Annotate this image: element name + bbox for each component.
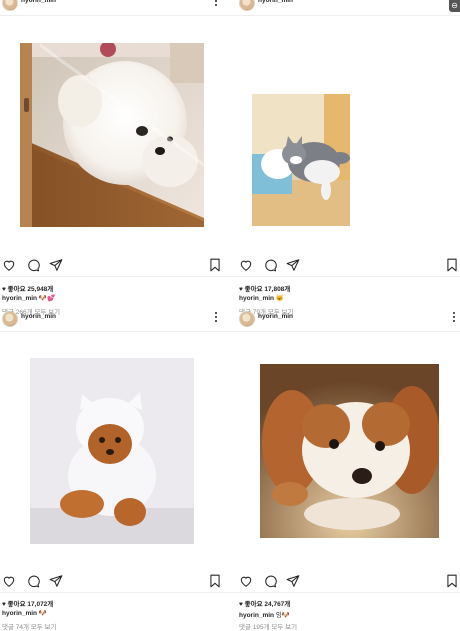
caption-username[interactable]: hyorin_min (2, 295, 37, 302)
caption-text: 🐶💕 (38, 295, 56, 302)
poodle-photo (30, 358, 194, 544)
post-photo[interactable] (252, 94, 350, 226)
likes-text: 좋아요 17,072개 (7, 601, 54, 608)
puppy-photo (20, 43, 204, 227)
bookmark-icon[interactable] (445, 574, 459, 588)
comment-icon[interactable] (263, 574, 277, 588)
post-username[interactable]: hyorin_min (21, 313, 56, 320)
caption-username[interactable]: hyorin_min (2, 610, 37, 617)
caption-username[interactable]: hyorin_min (239, 612, 274, 619)
divider (0, 592, 460, 593)
post-actions (0, 258, 230, 274)
bookmark-icon[interactable] (445, 258, 459, 272)
post-header: hyorin_min (0, 0, 230, 14)
post-username[interactable]: hyorin_min (21, 0, 56, 4)
more-icon[interactable] (214, 0, 218, 10)
likes-text: 좋아요 25,948개 (7, 286, 54, 293)
post-actions (237, 258, 460, 274)
likes-text: 좋아요 17,808개 (244, 286, 291, 293)
post-username[interactable]: hyorin_min (258, 313, 293, 320)
more-icon[interactable] (452, 312, 456, 326)
heart-icon[interactable] (239, 574, 253, 588)
post-photo[interactable] (260, 364, 439, 538)
caption: hyorin_min 잉🐶 (239, 609, 290, 619)
post-header: hyorin_min (237, 0, 460, 14)
likes-count[interactable]: ♥ 좋아요 24,767개 (239, 598, 290, 608)
divider (0, 15, 460, 16)
post-actions (237, 574, 460, 590)
post-photo[interactable] (30, 358, 194, 544)
bookmark-icon[interactable] (208, 574, 222, 588)
likes-count[interactable]: ♥ 좋아요 17,072개 (2, 598, 53, 608)
caption: hyorin_min 🐶 (2, 609, 47, 617)
avatar[interactable] (239, 311, 255, 327)
post-header: hyorin_min (237, 308, 460, 330)
comment-icon[interactable] (26, 574, 40, 588)
avatar[interactable] (2, 0, 18, 11)
likes-heart-icon: ♥ (239, 601, 243, 608)
likes-count[interactable]: ♥ 좋아요 17,808개 (239, 283, 290, 293)
divider (0, 276, 460, 277)
post-actions (0, 574, 230, 590)
post-photo[interactable] (20, 43, 204, 227)
comment-icon[interactable] (26, 258, 40, 272)
post-username[interactable]: hyorin_min (258, 0, 293, 4)
likes-heart-icon: ♥ (2, 286, 6, 293)
likes-count[interactable]: ♥ 좋아요 25,948개 (2, 283, 53, 293)
share-icon[interactable] (286, 574, 300, 588)
share-icon[interactable] (49, 258, 63, 272)
caption: hyorin_min 🐱 (239, 294, 284, 302)
spaniel-photo (260, 364, 439, 538)
comment-icon[interactable] (263, 258, 277, 272)
heart-icon[interactable] (2, 258, 16, 272)
heart-icon[interactable] (239, 258, 253, 272)
bookmark-icon[interactable] (208, 258, 222, 272)
caption-text: 🐶 (38, 610, 47, 617)
likes-heart-icon: ♥ (239, 286, 243, 293)
kitten-photo (252, 94, 350, 226)
caption-text: 🐱 (275, 295, 284, 302)
likes-text: 좋아요 24,767개 (244, 601, 291, 608)
avatar[interactable] (2, 311, 18, 327)
caption-username[interactable]: hyorin_min (239, 295, 274, 302)
share-icon[interactable] (286, 258, 300, 272)
divider (0, 331, 460, 332)
more-icon[interactable] (214, 312, 218, 326)
post-header: hyorin_min (0, 308, 230, 330)
caption-text: 잉🐶 (275, 612, 290, 619)
heart-icon[interactable] (2, 574, 16, 588)
likes-heart-icon: ♥ (2, 601, 6, 608)
caption: hyorin_min 🐶💕 (2, 294, 55, 302)
share-icon[interactable] (49, 574, 63, 588)
avatar[interactable] (239, 0, 255, 11)
